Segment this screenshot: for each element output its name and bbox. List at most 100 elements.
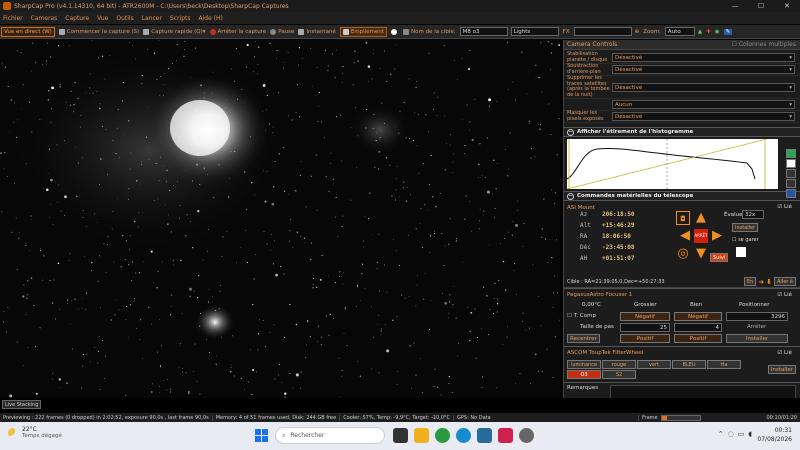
spiral-search-icon[interactable]: ◘ (676, 211, 690, 225)
speaker-icon[interactable]: ◖ (748, 430, 752, 438)
histogram-section-header[interactable]: − Afficher l'étirement de l'histogramme (564, 127, 800, 137)
histogram-chart[interactable] (566, 138, 778, 190)
battery-icon[interactable]: ▭ (738, 430, 745, 438)
auto-stretch-icon[interactable] (786, 149, 796, 158)
park-icon[interactable] (736, 247, 746, 257)
snapshot-button[interactable]: Instantané (298, 28, 336, 35)
arrow-up-icon[interactable]: ▲ (694, 211, 708, 225)
live-view-button[interactable]: Vue en direct (W) (1, 26, 55, 37)
center-target-icon[interactable]: ◎ (676, 247, 690, 261)
frame-type-select[interactable]: Lights (510, 27, 559, 36)
recenter-button[interactable]: Recentrer (567, 334, 600, 343)
aucun-select[interactable]: Aucun (612, 100, 795, 109)
filter-blue-button[interactable]: BLEU (672, 360, 706, 369)
reset-icon[interactable] (786, 179, 796, 188)
filter-red-button[interactable]: rouge (602, 360, 636, 369)
collapse-icon[interactable]: − (567, 192, 574, 200)
remarks-textarea[interactable] (610, 385, 796, 398)
quick-capture-button[interactable]: Capture rapide (Q) ▾ (143, 28, 206, 35)
menu-help[interactable]: Aide (H) (199, 15, 223, 22)
zoom-select[interactable]: Auto (664, 27, 695, 36)
stop-capture-button[interactable]: Arrêter la capture (209, 28, 266, 35)
en-button[interactable]: En (743, 277, 757, 286)
stacking-button[interactable]: Empilement (339, 26, 387, 37)
app-icon-red[interactable] (498, 428, 513, 443)
mask-exposed-select[interactable]: Désactivé (612, 112, 795, 121)
minimize-icon[interactable]: — (722, 0, 748, 12)
pause-button[interactable]: Pause (270, 28, 294, 35)
focuser-positive-fine-button[interactable]: Positif (674, 334, 722, 343)
close-icon[interactable]: ✕ (774, 0, 800, 12)
mount-linked-checkbox[interactable]: ☑ Lié (777, 204, 792, 210)
filterwheel-linked-checkbox[interactable]: ☑ Lié (777, 350, 792, 356)
filterwheel-install-button[interactable]: Installer (767, 365, 796, 374)
file-explorer-icon[interactable] (414, 428, 429, 443)
focuser-positive-coarse-button[interactable]: Positif (620, 334, 670, 343)
menu-scripts[interactable]: Scripts (170, 15, 191, 22)
menu-cameras[interactable]: Cameras (31, 15, 58, 22)
focuser-install-button[interactable]: Installer (726, 334, 788, 343)
telescope-section-header[interactable]: − Commandes matérielles du télescope (564, 191, 800, 201)
camera-icon (58, 28, 65, 35)
filter-luminance-button[interactable]: luminance (567, 360, 601, 369)
park-checkbox[interactable]: ☐ se garer (732, 237, 759, 243)
filter-green-button[interactable]: vert (637, 360, 671, 369)
coarse-step-input[interactable]: 25 (620, 323, 670, 332)
menu-view[interactable]: Vue (97, 15, 108, 22)
image-viewport[interactable] (0, 40, 560, 398)
network-icon[interactable]: ◌ (728, 430, 734, 438)
menu-tools[interactable]: Outils (116, 15, 133, 22)
focuser-negative-fine-button[interactable]: Négatif (674, 312, 722, 321)
edge-icon[interactable] (456, 428, 471, 443)
arrow-right-icon[interactable]: ➜ (758, 278, 764, 286)
app-icon-blue[interactable] (477, 428, 492, 443)
focuser-negative-coarse-button[interactable]: Négatif (620, 312, 670, 321)
reticle-icon[interactable]: ✚ (706, 29, 711, 35)
focuser-stop-button[interactable]: Arrêter (747, 324, 766, 330)
temp-comp-checkbox[interactable]: ☐ T. Comp (567, 313, 596, 319)
menu-capture[interactable]: Capture (65, 15, 89, 22)
record-icon[interactable] (390, 28, 399, 35)
sharpcap-icon[interactable] (519, 428, 534, 443)
collapse-icon[interactable]: − (567, 128, 574, 136)
windows-start-icon[interactable] (255, 429, 268, 442)
fine-step-input[interactable]: 4 (674, 323, 722, 332)
tracking-button[interactable]: Suivi (710, 253, 729, 262)
filter-ha-button[interactable]: Ha (707, 360, 741, 369)
chevron-up-icon[interactable]: ⌃ (718, 430, 724, 438)
taskbar-search[interactable]: ⌕ Rechercher (275, 427, 385, 444)
filter-s2-button[interactable]: S2 (602, 370, 636, 379)
arrow-right-icon[interactable]: ▶ (710, 229, 724, 243)
task-view-icon[interactable] (393, 428, 408, 443)
start-capture-button[interactable]: Commencer la capture (S) (58, 28, 139, 35)
weather-widget[interactable]: 22°C Temps dégagé (8, 426, 62, 439)
fx-select[interactable] (573, 27, 632, 36)
live-stacking-tab[interactable]: Live Stacking (2, 400, 42, 409)
satellite-trails-select[interactable]: Désactivé (612, 82, 795, 92)
background-subtraction-select[interactable]: Désactivé (612, 65, 795, 74)
pin-icon[interactable]: ✎ (723, 28, 733, 35)
filter-o3-button[interactable]: O3 (567, 370, 601, 379)
chrome-icon[interactable] (435, 428, 450, 443)
mount-install-button[interactable]: Installer (732, 223, 759, 232)
menu-file[interactable]: Fichier (3, 15, 23, 22)
system-clock[interactable]: 00:31 07/08/2026 (757, 426, 792, 444)
lightning-icon[interactable] (786, 169, 796, 178)
target-name-input[interactable]: M8 o3 (459, 27, 508, 36)
arrow-down-icon[interactable]: ▼ (694, 247, 708, 261)
histogram-icon[interactable]: ▲ (698, 29, 702, 35)
arrow-left-icon[interactable]: ◀ (678, 229, 692, 243)
focuser-linked-checkbox[interactable]: ☑ Lié (777, 292, 792, 298)
menu-launch[interactable]: Lancer (142, 15, 162, 22)
planet-stabilisation-select[interactable]: Désactivé (612, 53, 795, 62)
contrast-icon[interactable] (786, 159, 796, 168)
arrow-down-icon[interactable]: ⬇ (766, 278, 772, 286)
settings-icon[interactable]: ◉ (715, 29, 720, 35)
focuser-position-input[interactable]: 3296 (726, 312, 788, 321)
maximize-icon[interactable]: ☐ (748, 0, 774, 12)
mount-stop-button[interactable]: ARRÊT (694, 229, 708, 243)
goto-button[interactable]: Aller à (774, 277, 796, 286)
multi-columns-checkbox[interactable]: ☐ Colonnes multiples (732, 41, 796, 48)
save-icon[interactable] (786, 189, 796, 198)
rate-select[interactable]: 32x (742, 210, 764, 219)
